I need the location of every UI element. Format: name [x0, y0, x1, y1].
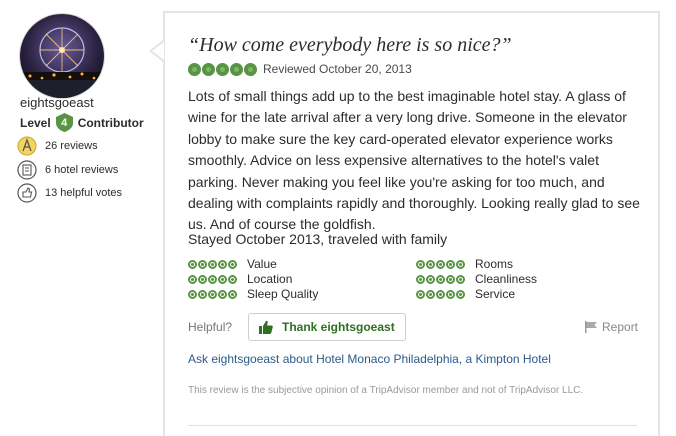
- contributor-level: Level 4 Contributor: [20, 113, 144, 132]
- rating-bubble-icon: [216, 62, 229, 76]
- rating-bubble-icon: [230, 62, 243, 76]
- level-badge: 4: [55, 113, 73, 132]
- sub-rating-service: Service: [416, 287, 515, 301]
- rating-bubble-icon: [188, 274, 197, 284]
- sub-rating-value: Value: [188, 257, 277, 271]
- hotel-reviews-label: 6 hotel reviews: [45, 164, 119, 176]
- sub-rating-label: Cleanliness: [475, 272, 538, 286]
- flag-icon: [585, 321, 598, 333]
- sub-rating-label: Location: [247, 272, 293, 286]
- rating-bubble-icon: [416, 274, 425, 284]
- bubble-pointer-fill: [152, 42, 164, 60]
- sub-rating-label: Rooms: [475, 257, 514, 271]
- quill-badge-icon: [17, 136, 37, 156]
- rating-bubble-icon: [202, 62, 215, 76]
- member-info: eightsgoeast Level 4 Contributor 26 revi…: [0, 0, 160, 428]
- helpful-label: Helpful?: [188, 320, 233, 334]
- divider: [188, 425, 637, 426]
- sub-rating-rooms: Rooms: [416, 257, 513, 271]
- sub-rating-location: Location: [188, 272, 292, 286]
- report-label: Report: [602, 320, 639, 334]
- reviews-count-label: 26 reviews: [45, 140, 98, 152]
- rating-bubble-icon: [218, 289, 227, 299]
- review-title[interactable]: “How come everybody here is so nice?”: [188, 34, 512, 57]
- rating-bubble-icon: [436, 259, 445, 269]
- rating-bubble-icon: [198, 274, 207, 284]
- rating-bubble-icon: [436, 289, 445, 299]
- thank-reviewer-button[interactable]: Thank eightsgoeast: [248, 313, 406, 341]
- rating-bubble-icon: [208, 274, 217, 284]
- report-link[interactable]: Report: [585, 320, 638, 334]
- rating-bubble-icon: [436, 274, 445, 284]
- rating-bubble-icon: [188, 289, 197, 299]
- hotel-reviews-count[interactable]: 6 hotel reviews: [17, 160, 118, 180]
- level-prefix: Level: [20, 115, 51, 130]
- thank-button-label: Thank eightsgoeast: [282, 320, 395, 334]
- rating-bubble-icon: [198, 259, 207, 269]
- rating-bubble-icon: [188, 259, 197, 269]
- rating-bubble-icon: [416, 259, 425, 269]
- rating-bubble-icon: [446, 289, 455, 299]
- rating-bubble-icon: [218, 274, 227, 284]
- sub-rating-cleanliness: Cleanliness: [416, 272, 537, 286]
- hotel-building-icon: [17, 160, 37, 180]
- rating-bubble-icon: [188, 62, 201, 76]
- rating-bubble-icon: [208, 289, 217, 299]
- stay-info: Stayed October 2013, traveled with famil…: [188, 231, 448, 247]
- rating-bubble-icon: [456, 289, 465, 299]
- helpful-votes-count[interactable]: 13 helpful votes: [17, 183, 122, 203]
- rating-bubble-icon: [416, 289, 425, 299]
- sub-rating-label: Service: [475, 287, 516, 301]
- rating-bubble-icon: [456, 274, 465, 284]
- helpful-votes-label: 13 helpful votes: [45, 187, 123, 199]
- avatar-image: [20, 14, 104, 98]
- rating-bubble-icon: [208, 259, 217, 269]
- rating-bubble-icon: [228, 289, 237, 299]
- sub-rating-sleep-quality: Sleep Quality: [188, 287, 318, 301]
- rating-bubble-icon: [426, 274, 435, 284]
- rating-bubble-icon: [446, 259, 455, 269]
- thumbs-up-icon: [259, 320, 273, 334]
- rating-bubble-icon: [244, 62, 257, 76]
- rating-bubble-icon: [218, 259, 227, 269]
- rating-bubble-icon: [228, 274, 237, 284]
- sub-rating-label: Sleep Quality: [247, 287, 319, 301]
- review-body: Lots of small things add up to the best …: [188, 88, 640, 233]
- username[interactable]: eightsgoeast: [20, 95, 94, 110]
- rating-bubble-icon: [228, 259, 237, 269]
- rating-bubble-icon: [446, 274, 455, 284]
- rating-bubble-icon: [426, 289, 435, 299]
- review-disclaimer: This review is the subjective opinion of…: [188, 385, 584, 396]
- reviews-count[interactable]: 26 reviews: [17, 136, 98, 156]
- review-date: Reviewed October 20, 2013: [263, 62, 412, 76]
- review-rating-row: Reviewed October 20, 2013: [188, 62, 412, 76]
- avatar[interactable]: [20, 14, 104, 98]
- rating-bubble-icon: [198, 289, 207, 299]
- helpful-thumbs-icon: [17, 183, 37, 203]
- rating-bubble-icon: [456, 259, 465, 269]
- rating-bubble-icon: [426, 259, 435, 269]
- ask-reviewer-link[interactable]: Ask eightsgoeast about Hotel Monaco Phil…: [188, 352, 551, 366]
- overall-rating-bubbles: [188, 62, 258, 76]
- level-suffix: Contributor: [77, 115, 144, 130]
- sub-rating-label: Value: [247, 257, 277, 271]
- level-number: 4: [61, 116, 68, 129]
